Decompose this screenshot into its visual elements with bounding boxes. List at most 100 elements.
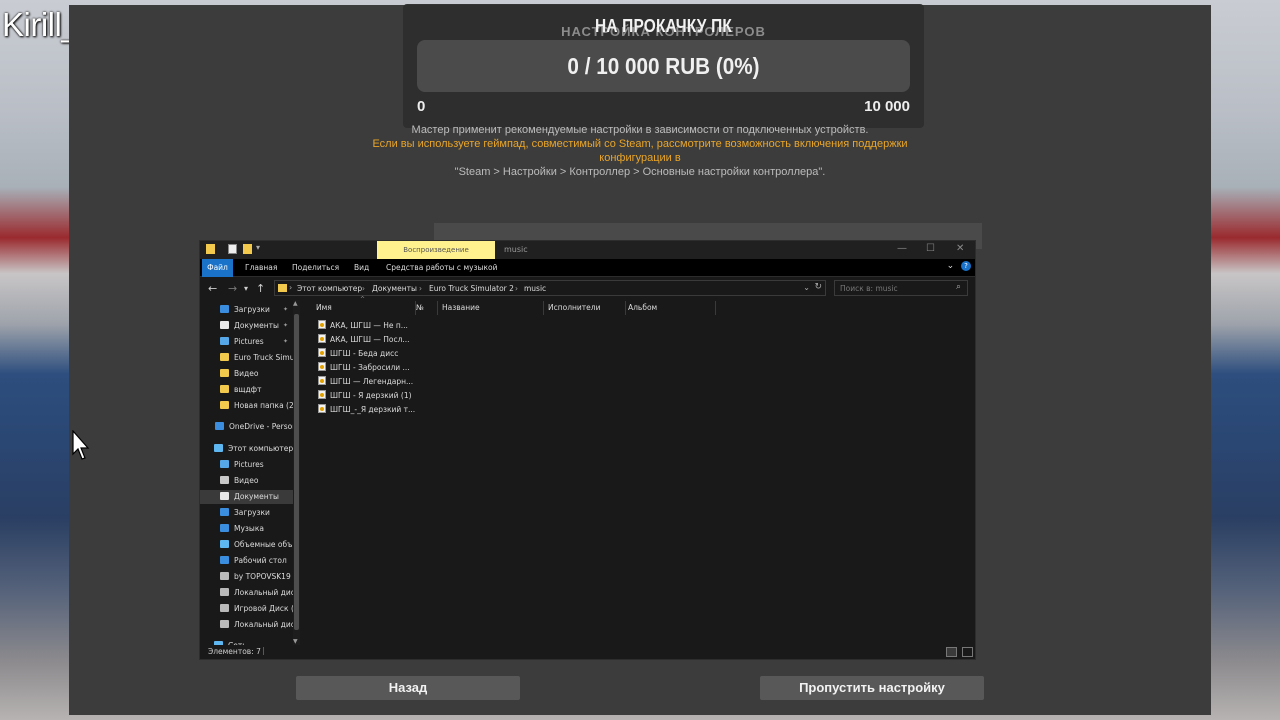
nav-item[interactable]: Видео <box>200 474 293 488</box>
recent-locations-icon[interactable]: ▾ <box>244 284 248 293</box>
documents-icon <box>220 321 229 329</box>
tab-file[interactable]: Файл <box>202 259 233 277</box>
file-row[interactable]: АКА, ШГШ — Не п... <box>318 319 408 333</box>
folder-icon <box>220 369 229 377</box>
nav-item[interactable]: Pictures ✦ <box>200 335 293 349</box>
nav-scrollbar-thumb[interactable] <box>294 314 299 630</box>
pictures-icon <box>220 337 229 345</box>
nav-item[interactable]: Euro Truck Simu <box>200 351 294 365</box>
close-icon[interactable]: ✕ <box>956 243 964 254</box>
nav-item[interactable]: Локальный дис <box>200 586 295 600</box>
audio-file-icon <box>318 334 326 343</box>
tab-home[interactable]: Главная <box>245 259 277 277</box>
skip-setup-button[interactable]: Пропустить настройку <box>760 676 984 700</box>
nav-item-label: Загрузки <box>234 305 270 314</box>
nav-item[interactable]: Загрузки ✦ <box>200 303 293 317</box>
file-row[interactable]: ШГШ - Я дерзкий (1) <box>318 389 412 403</box>
file-row[interactable]: ШГШ_-_Я дерзкий т... <box>318 403 415 417</box>
nav-item[interactable]: Pictures <box>200 458 293 472</box>
file-name: ШГШ — Легендарн... <box>330 377 414 386</box>
nav-item[interactable]: Рабочий стол <box>200 554 293 568</box>
nav-item[interactable]: Загрузки <box>200 506 293 520</box>
back-arrow-icon[interactable]: ← <box>208 282 217 295</box>
nav-item[interactable]: OneDrive - Person <box>200 420 297 434</box>
column-album[interactable]: Альбом <box>624 301 716 315</box>
column-name[interactable]: Имя <box>312 301 416 315</box>
file-row[interactable]: ШГШ — Легендарн... <box>318 375 413 389</box>
nav-item[interactable]: Локальный дис <box>200 618 295 632</box>
audio-file-icon <box>318 320 326 329</box>
chevron-down-icon[interactable]: ⌄ <box>803 283 810 292</box>
large-icons-view-icon[interactable] <box>962 647 973 657</box>
breadcrumb-ets2[interactable]: Euro Truck Simulator 2 <box>429 284 514 293</box>
audio-file-icon <box>318 376 326 385</box>
nav-item[interactable]: Этот компьютер <box>200 442 293 456</box>
properties-icon[interactable] <box>228 244 237 254</box>
file-name: ШГШ - Я дерзкий (1) <box>330 391 412 400</box>
scroll-down-icon[interactable]: ▼ <box>293 638 298 645</box>
breadcrumb-documents[interactable]: Документы <box>372 284 417 293</box>
desktop-icon <box>220 556 229 564</box>
nav-item[interactable]: Документы <box>200 490 293 504</box>
new-folder-icon[interactable] <box>243 244 252 254</box>
chevron-down-icon[interactable]: ▾ <box>256 243 260 252</box>
nav-item[interactable]: Видео <box>200 367 293 381</box>
column-title[interactable]: Название <box>438 301 544 315</box>
nav-item-label: Рабочий стол <box>234 556 287 565</box>
download-icon <box>220 305 229 313</box>
nav-item[interactable]: Документы ✦ <box>200 319 293 333</box>
nav-item[interactable]: Объемные объ <box>200 538 293 552</box>
status-divider: | <box>262 646 265 655</box>
audio-file-icon <box>318 404 326 413</box>
drive-icon <box>220 572 229 580</box>
info-text: Мастер применит рекомендуемые настройки … <box>411 124 869 136</box>
search-input[interactable]: Поиск в: music <box>834 280 968 296</box>
file-row[interactable]: АКА, ШГШ — Посл... <box>318 333 410 347</box>
column-number[interactable]: № <box>412 301 438 315</box>
nav-item[interactable]: Музыка <box>200 522 293 536</box>
tab-view[interactable]: Вид <box>354 259 369 277</box>
file-row[interactable]: ШГШ - Забросили ... <box>318 361 410 375</box>
nav-item-label: OneDrive - Person <box>229 422 297 431</box>
nav-item-label: Этот компьютер <box>228 444 294 453</box>
folder-icon <box>206 244 215 254</box>
expand-ribbon-icon[interactable]: ⌄ <box>947 261 955 271</box>
video-icon <box>220 476 229 484</box>
up-arrow-icon[interactable]: ↑ <box>256 282 265 295</box>
details-view-icon[interactable] <box>946 647 957 657</box>
forward-arrow-icon[interactable]: → <box>228 282 237 295</box>
search-icon[interactable]: ⌕ <box>956 282 961 292</box>
address-bar[interactable]: › Этот компьютер › Документы › Euro Truc… <box>274 280 826 296</box>
minimize-icon[interactable]: — <box>897 243 907 254</box>
navigation-pane: Загрузки ✦ Документы ✦ Pictures ✦ Euro Truck S… <box>200 300 303 645</box>
folder-icon <box>278 284 287 292</box>
nav-item-label: Игровой Диск ( <box>234 604 294 613</box>
contextual-tab-playback[interactable]: Воспроизведение <box>377 241 495 259</box>
scroll-up-icon[interactable]: ▲ <box>293 300 298 307</box>
nav-item[interactable]: Игровой Диск ( <box>200 602 294 616</box>
back-button[interactable]: Назад <box>296 676 520 700</box>
column-artists[interactable]: Исполнители <box>544 301 626 315</box>
folder-icon <box>220 385 229 393</box>
file-row[interactable]: ШГШ - Беда дисс <box>318 347 398 361</box>
nav-item-label: Загрузки <box>234 508 270 517</box>
drive-icon <box>220 604 229 612</box>
nav-item-label: Локальный дис <box>234 620 295 629</box>
audio-file-icon <box>318 362 326 371</box>
maximize-icon[interactable]: ☐ <box>926 243 935 254</box>
tab-music-tools[interactable]: Средства работы с музыкой <box>386 259 497 277</box>
help-icon[interactable]: ? <box>961 261 971 271</box>
nav-item-label: Pictures <box>234 460 264 469</box>
nav-item[interactable]: вщдфт <box>200 383 293 397</box>
nav-item[interactable]: Новая папка (2) <box>200 399 297 413</box>
breadcrumb-music[interactable]: music <box>524 284 546 293</box>
breadcrumb-this-pc[interactable]: Этот компьютер <box>297 284 362 293</box>
refresh-icon[interactable]: ↻ <box>814 282 822 292</box>
pin-icon: ✦ <box>283 338 289 345</box>
nav-item-label: Объемные объ <box>234 540 293 549</box>
nav-scrollbar[interactable]: ▲ ▼ <box>293 300 300 645</box>
nav-item[interactable]: by TOPOVSK19 ( <box>200 570 296 584</box>
drive-icon <box>220 588 229 596</box>
3d-objects-icon <box>220 540 229 548</box>
tab-share[interactable]: Поделиться <box>292 259 339 277</box>
